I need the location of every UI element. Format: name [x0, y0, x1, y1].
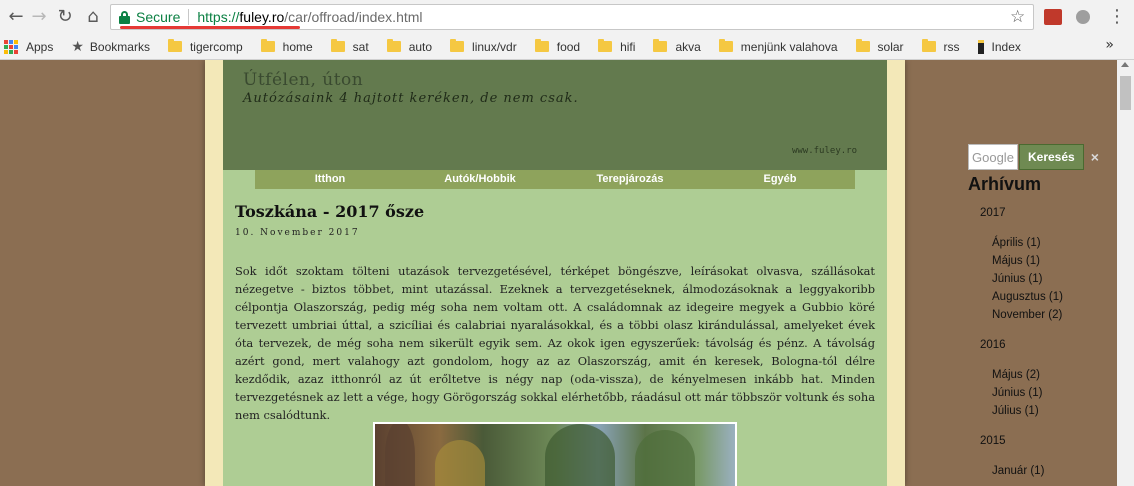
folder-icon — [653, 39, 668, 52]
post-photo[interactable] — [373, 422, 737, 486]
scroll-up-icon[interactable] — [1121, 62, 1129, 67]
folder-icon — [921, 39, 936, 52]
apps-grid-icon — [4, 39, 18, 54]
archive-year[interactable]: 2017 — [980, 207, 1006, 219]
bookmark-label: Apps — [26, 39, 54, 54]
archive-month[interactable]: Január (1) — [992, 465, 1044, 477]
archive-month[interactable]: Június (1) — [992, 273, 1043, 285]
bookmark-folder[interactable]: rss — [921, 39, 960, 54]
folder-icon — [855, 39, 870, 52]
url-highlight-underline — [120, 26, 300, 29]
folder-icon — [330, 39, 345, 52]
bookmark-folder[interactable]: linux/vdr — [450, 39, 517, 54]
bookmark-label: Index — [991, 39, 1021, 54]
bookmark-folder[interactable]: food — [534, 39, 581, 54]
bookmark-label: Bookmarks — [89, 39, 150, 54]
archive-month[interactable]: Június (1) — [992, 387, 1043, 399]
search-button[interactable]: Keresés — [1019, 144, 1084, 170]
bookmark-folder[interactable]: sat — [330, 39, 369, 54]
bookmark-label: food — [556, 39, 581, 54]
search-box: Google Keresés × — [968, 144, 1099, 170]
extension-icon-2[interactable] — [1076, 10, 1090, 24]
blog-description: Autózásaink 4 hajtott keréken, de nem cs… — [243, 91, 579, 106]
url-host: fuley.ro — [239, 9, 285, 25]
folder-icon — [598, 39, 613, 52]
blog-title[interactable]: Útfélen, úton — [243, 70, 363, 90]
close-icon[interactable]: × — [1091, 149, 1099, 165]
bookmark-label: solar — [877, 39, 904, 54]
home-icon[interactable]: ⌂ — [82, 6, 104, 28]
nav-item-egyeb[interactable]: Egyéb — [705, 170, 855, 189]
folder-icon — [167, 39, 182, 52]
bookmark-label: auto — [408, 39, 433, 54]
bookmark-label: home — [282, 39, 313, 54]
archive-year[interactable]: 2016 — [980, 339, 1006, 351]
search-input[interactable]: Google — [968, 144, 1018, 170]
post-date: 10. November 2017 — [235, 228, 360, 238]
scrollbar-thumb[interactable] — [1120, 76, 1131, 110]
reload-icon[interactable]: ↻ — [54, 6, 76, 28]
folder-icon — [260, 39, 275, 52]
archive-month[interactable]: Augusztus (1) — [992, 291, 1063, 303]
blog-navbar: Itthon Autók/Hobbik Terepjározás Egyéb — [255, 170, 855, 189]
bookmark-folder[interactable]: hifi — [598, 39, 636, 54]
extension-icon[interactable] — [1044, 9, 1062, 25]
bookmark-folder[interactable]: tigercomp — [167, 39, 243, 54]
secure-label: Secure — [136, 9, 181, 25]
archive-month[interactable]: Május (2) — [992, 369, 1040, 381]
index-icon — [977, 39, 984, 54]
bookmarks-bar: Apps ★ Bookmarks tigercomp home sat auto… — [0, 34, 1134, 60]
star-icon: ★ — [71, 38, 84, 55]
blog-frame: Útfélen, úton Autózásaink 4 hajtott keré… — [205, 60, 905, 486]
nav-item-itthon[interactable]: Itthon — [255, 170, 405, 189]
back-icon[interactable]: ← — [5, 6, 27, 28]
bookmark-star-icon[interactable]: ☆ — [1010, 7, 1025, 27]
page-scrollbar[interactable] — [1117, 60, 1134, 486]
more-bookmarks-icon[interactable]: » — [1105, 37, 1114, 53]
blog-header: Útfélen, úton Autózásaink 4 hajtott keré… — [223, 60, 887, 170]
folder-icon — [534, 39, 549, 52]
bookmark-bookmarks[interactable]: ★ Bookmarks — [71, 39, 150, 55]
bookmark-apps[interactable]: Apps — [0, 39, 54, 54]
bookmark-folder[interactable]: menjünk valahova — [718, 39, 838, 54]
forward-icon[interactable]: → — [28, 6, 50, 28]
folder-icon — [386, 39, 401, 52]
menu-icon[interactable]: ⋮ — [1108, 6, 1126, 27]
nav-item-autok[interactable]: Autók/Hobbik — [405, 170, 555, 189]
blog-content: Útfélen, úton Autózásaink 4 hajtott keré… — [223, 60, 887, 486]
bookmark-folder[interactable]: akva — [653, 39, 701, 54]
bookmark-label: akva — [675, 39, 701, 54]
folder-icon — [450, 39, 465, 52]
archive-month[interactable]: November (2) — [992, 309, 1062, 321]
folder-icon — [718, 39, 733, 52]
bookmark-index[interactable]: Index — [977, 39, 1021, 54]
bookmark-label: tigercomp — [189, 39, 243, 54]
lock-icon — [119, 10, 130, 24]
archive-month[interactable]: Május (1) — [992, 255, 1040, 267]
bookmark-label: sat — [352, 39, 369, 54]
bookmark-folder[interactable]: home — [260, 39, 313, 54]
bookmark-label: rss — [943, 39, 960, 54]
browser-toolbar: ← → ↻ ⌂ Secure https://fuley.ro/car/offr… — [0, 0, 1134, 34]
bookmark-label: linux/vdr — [472, 39, 517, 54]
archive-month[interactable]: Április (1) — [992, 237, 1041, 249]
archive-month[interactable]: Július (1) — [992, 405, 1039, 417]
bookmark-folder[interactable]: solar — [855, 39, 904, 54]
nav-item-terepjarozas[interactable]: Terepjározás — [555, 170, 705, 189]
bookmark-folder[interactable]: auto — [386, 39, 433, 54]
archive-title: Arhívum — [968, 174, 1042, 194]
blog-site-url: www.fuley.ro — [791, 146, 857, 156]
url-path: /car/offroad/index.html — [284, 9, 423, 25]
bookmark-label: menjünk valahova — [740, 39, 838, 54]
url-protocol: https:// — [197, 9, 240, 25]
post-body: Sok időt szoktam tölteni utazások tervez… — [235, 264, 875, 422]
bookmark-label: hifi — [620, 39, 636, 54]
post-title[interactable]: Toszkána - 2017 ősze — [235, 202, 424, 221]
archive-year[interactable]: 2015 — [980, 435, 1006, 447]
sidebar-widgets: Google Keresés × Arhívum 2017 Április (1… — [963, 142, 1123, 486]
